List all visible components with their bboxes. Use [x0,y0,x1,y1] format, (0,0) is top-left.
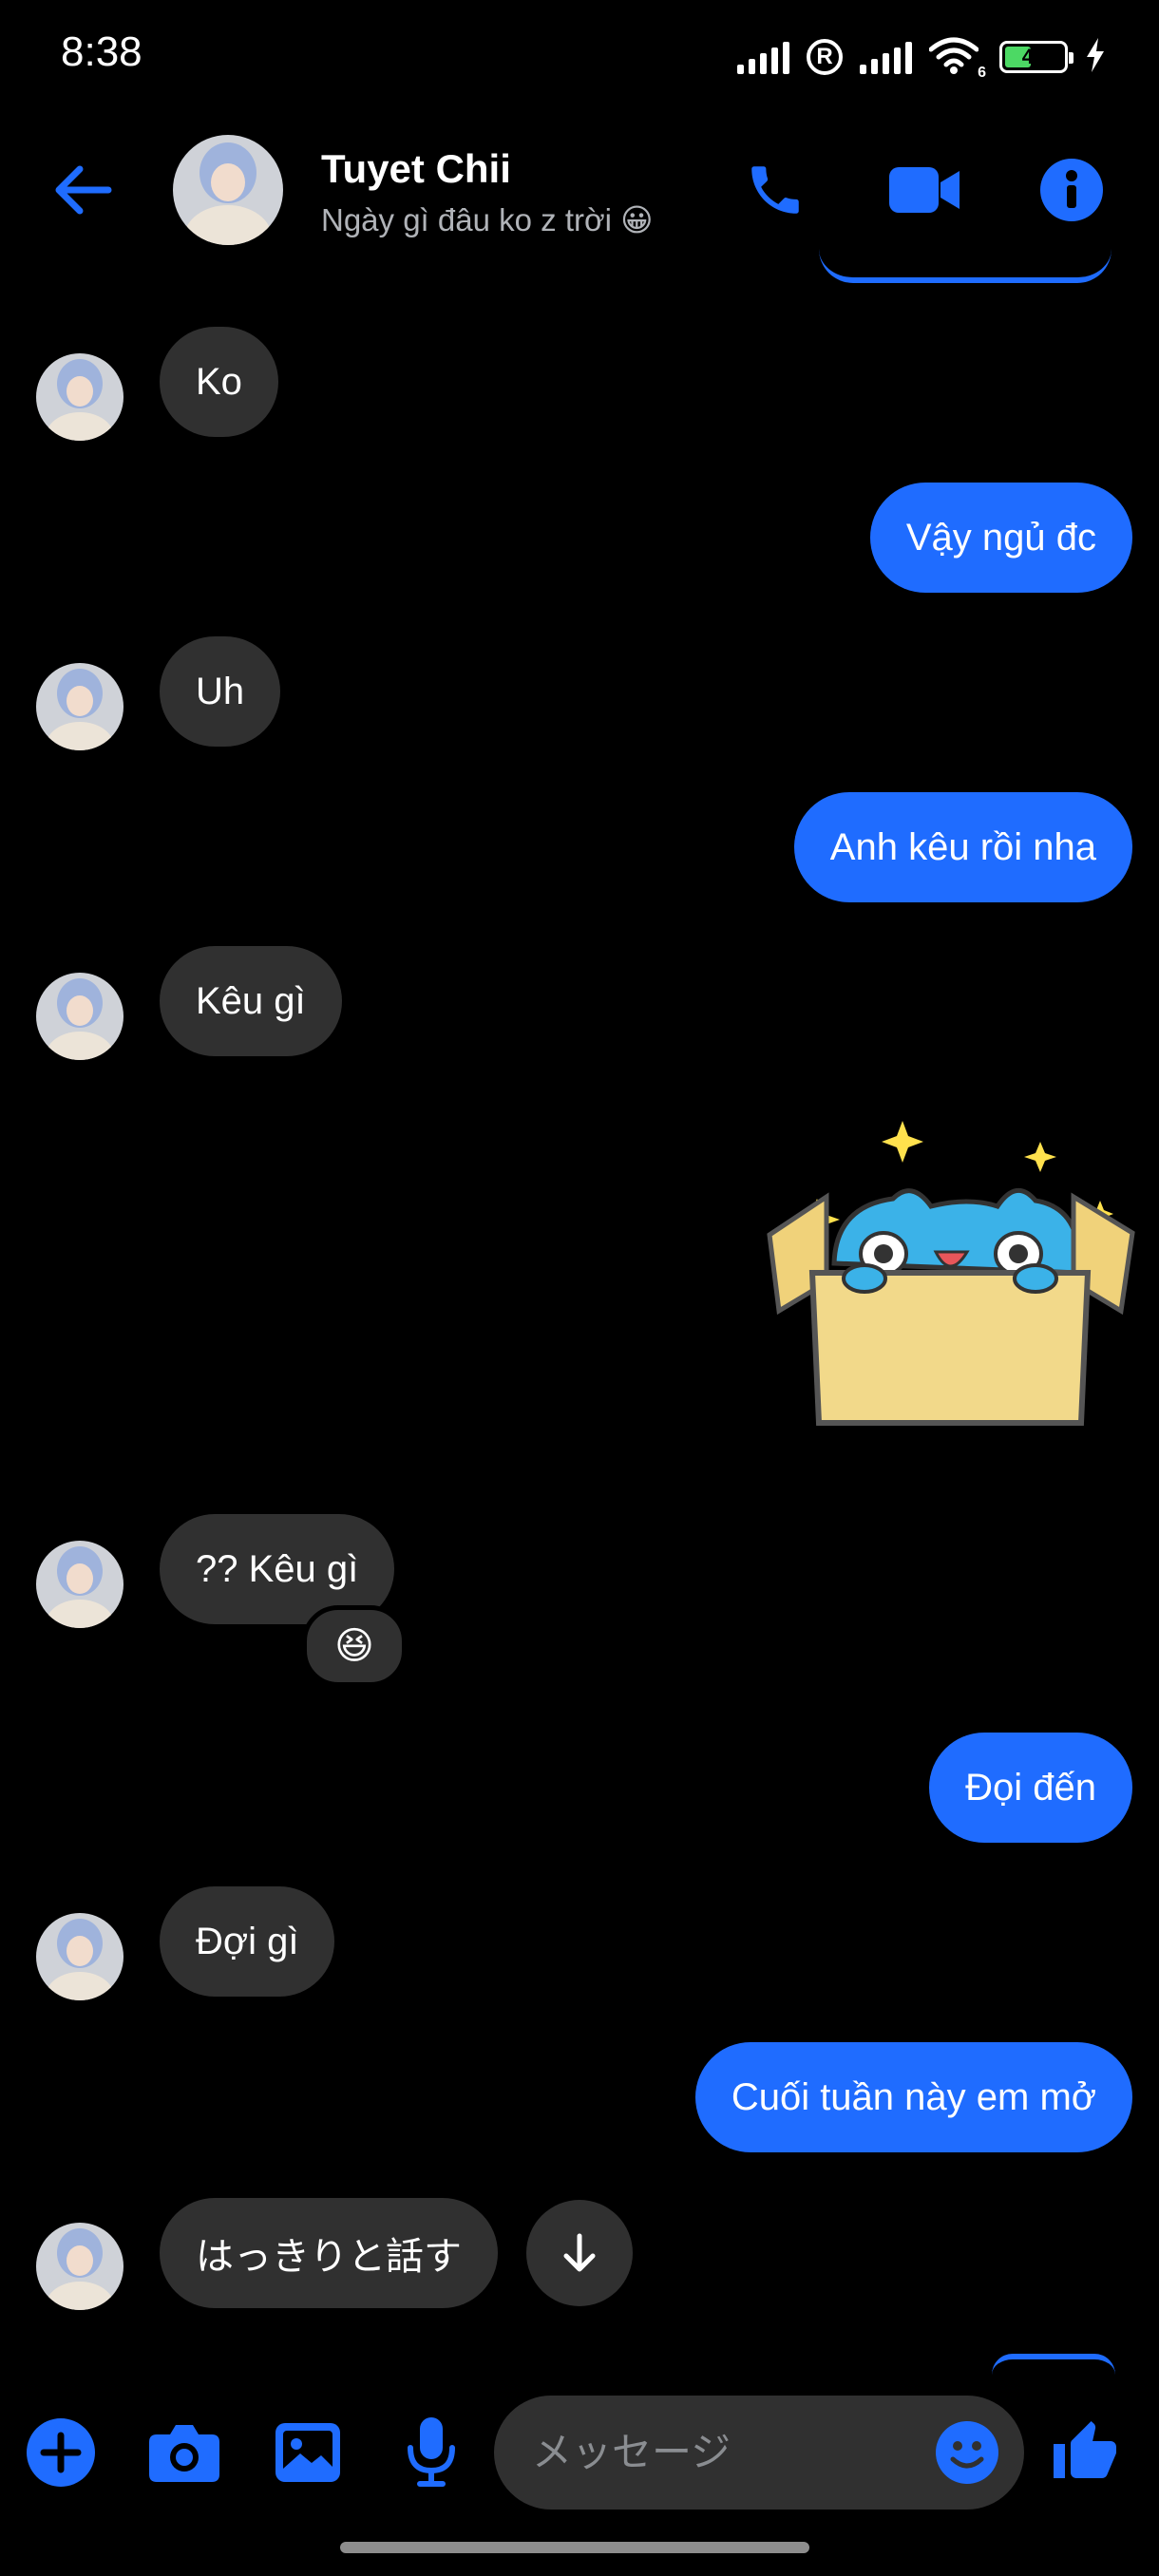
plus-icon [27,2418,95,2487]
incoming-message[interactable]: Đợi gì [160,1886,335,1997]
voice-call-button[interactable] [737,152,813,228]
laughing-emoji: 😆 [334,1625,374,1667]
charging-bolt-icon [1085,37,1106,77]
message-avatar[interactable] [36,973,124,1060]
phone-icon [751,166,799,214]
camera-icon [149,2425,219,2482]
battery-icon: 45 [999,41,1074,73]
voice-message-button[interactable] [391,2413,471,2492]
wifi-badge: 6 [978,65,986,81]
message-avatar[interactable] [36,1541,124,1628]
message-avatar[interactable] [36,663,124,750]
message-reaction[interactable]: 😆 [302,1605,407,1687]
battery-level: 45 [1021,45,1046,68]
home-indicator[interactable] [340,2542,809,2553]
emoji-icon [936,2421,998,2484]
video-camera-icon [889,167,960,213]
cell-signal-icon [737,40,789,74]
outgoing-message[interactable]: Đọi đến [929,1733,1132,1843]
contact-name[interactable]: Tuyet Chii [321,146,511,192]
wifi-icon: 6 [928,36,986,81]
message-avatar[interactable] [36,353,124,441]
incoming-message[interactable]: Uh [160,636,281,747]
gallery-button[interactable] [268,2413,348,2492]
scroll-to-bottom-button[interactable] [526,2200,633,2306]
thumbs-up-icon [1054,2421,1116,2478]
back-arrow-icon [55,165,112,215]
more-actions-button[interactable] [21,2413,101,2492]
outgoing-message[interactable]: Vậy ngủ đc [869,483,1132,593]
message-avatar[interactable] [36,2223,124,2310]
info-icon [1040,159,1103,221]
blue-cat-in-box-sticker[interactable] [760,1121,1140,1434]
roaming-icon: R [807,39,843,75]
incoming-message[interactable]: Ko [160,327,278,437]
incoming-message[interactable]: はっきりと話す [160,2198,498,2308]
message-avatar[interactable] [36,1913,124,2000]
arrow-down-icon [563,2233,596,2272]
previous-message-bubble [819,249,1112,283]
outgoing-message[interactable]: Anh kêu rồi nha [793,792,1132,902]
emoji-button[interactable] [927,2413,1007,2492]
contact-status: Ngày gì đâu ko z trời 😀 [321,202,654,237]
microphone-icon [408,2417,455,2487]
status-time: 8:38 [61,28,142,75]
gallery-icon [276,2423,340,2482]
camera-button[interactable] [144,2413,224,2492]
next-message-bubble [992,2354,1115,2375]
incoming-message[interactable]: Kêu gì [160,946,342,1056]
status-bar: 8:38 R 6 45 [0,0,1159,114]
outgoing-message[interactable]: Cuối tuần này em mở [694,2042,1132,2152]
status-icons: R 6 45 [737,28,1106,85]
cell-signal-2-icon [860,40,912,74]
like-button[interactable] [1045,2413,1125,2492]
info-button[interactable] [1034,152,1110,228]
contact-avatar[interactable] [173,135,283,245]
back-button[interactable] [49,160,125,220]
video-call-button[interactable] [887,152,963,228]
